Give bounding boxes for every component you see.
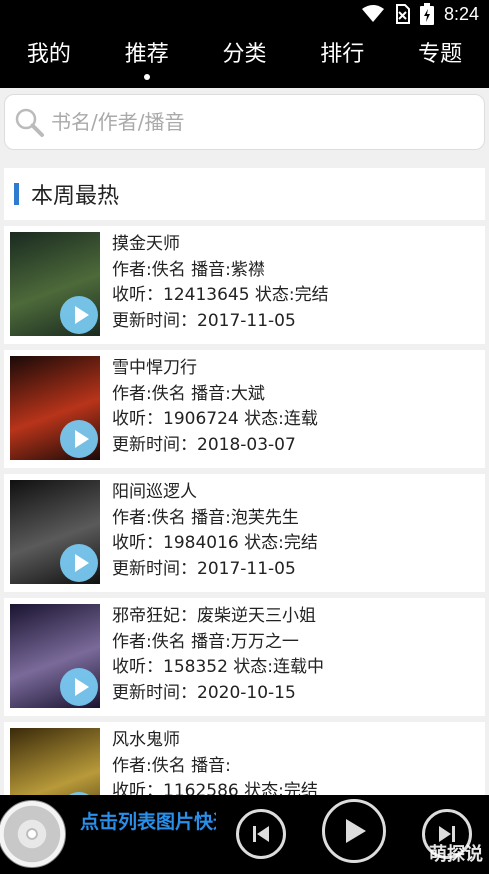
previous-button[interactable] (236, 809, 286, 859)
book-updated-time: 更新时间：2017-11-05 (112, 310, 296, 331)
book-listens-status: 收听：12413645 状态:完结 (112, 285, 329, 305)
book-title: 邪帝狂妃：废柴逆天三小姐 (112, 606, 316, 626)
book-info: 邪帝狂妃：废柴逆天三小姐 作者:佚名 播音:万万之一收听：158352 状态:连载… (112, 598, 324, 706)
play-icon[interactable] (60, 296, 98, 334)
book-updated-time: 更新时间：2020-10-15 (112, 682, 296, 703)
book-author-narrator: 作者:佚名 播音:大斌 (112, 383, 265, 404)
book-info: 雪中悍刀行作者:佚名 播音:大斌收听：1906724 状态:连载 更新时间：201… (112, 350, 318, 458)
book-author-narrator: 作者:佚名 播音:万万之一 (112, 631, 299, 652)
tab-label: 我的 (26, 42, 71, 67)
book-list-item[interactable]: 摸金天师作者:佚名 播音:紫襟收听：12413645 状态:完结 更新时间：201… (4, 226, 485, 344)
wifi-icon (361, 5, 384, 22)
player-bar: 点击列表图片快速 萌探说 (0, 795, 489, 874)
play-icon[interactable] (60, 668, 98, 706)
tab-mine[interactable]: 我的 (0, 28, 98, 88)
section-accent-bar (14, 183, 19, 205)
play-icon (346, 819, 366, 843)
tab-label: 推荐 (124, 42, 169, 67)
book-title: 雪中悍刀行 (112, 358, 197, 378)
book-title: 风水鬼师 (112, 730, 180, 750)
book-author-narrator: 作者:佚名 播音:紫襟 (112, 259, 265, 280)
book-list: 摸金天师作者:佚名 播音:紫襟收听：12413645 状态:完结 更新时间：201… (4, 226, 485, 846)
search-input[interactable] (49, 109, 473, 135)
play-icon[interactable] (60, 420, 98, 458)
active-tab-indicator (143, 74, 150, 80)
book-info: 阳间巡逻人作者:佚名 播音:泡芙先生 收听：1984016 状态:完结 更新时间：2… (112, 474, 318, 582)
tab-category[interactable]: 分类 (196, 28, 294, 88)
book-list-item[interactable]: 阳间巡逻人作者:佚名 播音:泡芙先生 收听：1984016 状态:完结 更新时间：2… (4, 474, 485, 592)
search-box[interactable] (4, 94, 485, 150)
previous-icon (253, 826, 269, 842)
status-time: 8:24 (443, 3, 479, 24)
section-title: 本周最热 (31, 184, 120, 209)
book-updated-time: 更新时间：2017-11-05 (112, 558, 296, 579)
book-author-narrator: 作者:佚名 播音: (112, 755, 231, 776)
book-info: 摸金天师作者:佚名 播音:紫襟收听：12413645 状态:完结 更新时间：201… (112, 226, 329, 334)
book-updated-time: 更新时间：2018-03-07 (112, 434, 296, 455)
tab-ranking[interactable]: 排行 (293, 28, 391, 88)
top-nav: 我的 推荐 分类 排行 专题 (0, 28, 489, 88)
book-author-narrator: 作者:佚名 播音:泡芙先生 (112, 507, 299, 528)
book-title: 摸金天师 (112, 234, 180, 254)
battery-charging-icon (419, 3, 434, 25)
section-header: 本周最热 (4, 168, 485, 220)
book-info: 风水鬼师 作者:佚名 播音: 收听：1162586 状态:完结 (112, 722, 318, 805)
book-cover-image[interactable] (10, 480, 100, 584)
book-list-item[interactable]: 雪中悍刀行作者:佚名 播音:大斌收听：1906724 状态:连载 更新时间：201… (4, 350, 485, 468)
book-title: 阳间巡逻人 (112, 482, 197, 502)
book-listens-status: 收听：1984016 状态:完结 (112, 533, 318, 553)
book-cover-image[interactable] (10, 604, 100, 708)
watermark-text: 萌探说 (429, 844, 483, 865)
play-button[interactable] (322, 799, 386, 863)
book-listens-status: 收听：1906724 状态:连载 (112, 409, 318, 429)
play-icon[interactable] (60, 544, 98, 582)
book-list-item[interactable]: 邪帝狂妃：废柴逆天三小姐 作者:佚名 播音:万万之一收听：158352 状态:连载… (4, 598, 485, 716)
tab-label: 排行 (320, 42, 365, 67)
tab-topic[interactable]: 专题 (391, 28, 489, 88)
now-playing-marquee: 点击列表图片快速 (80, 811, 216, 833)
tab-label: 分类 (222, 42, 267, 67)
tab-recommend[interactable]: 推荐 (98, 28, 196, 88)
book-cover-image[interactable] (10, 356, 100, 460)
book-listens-status: 收听：158352 状态:连载中 (112, 657, 325, 677)
book-cover-image[interactable] (10, 232, 100, 336)
status-bar: 8:24 (0, 0, 489, 28)
tab-label: 专题 (418, 42, 463, 67)
no-sim-icon (395, 4, 410, 24)
disc-icon[interactable] (0, 800, 66, 868)
search-icon (15, 108, 44, 137)
